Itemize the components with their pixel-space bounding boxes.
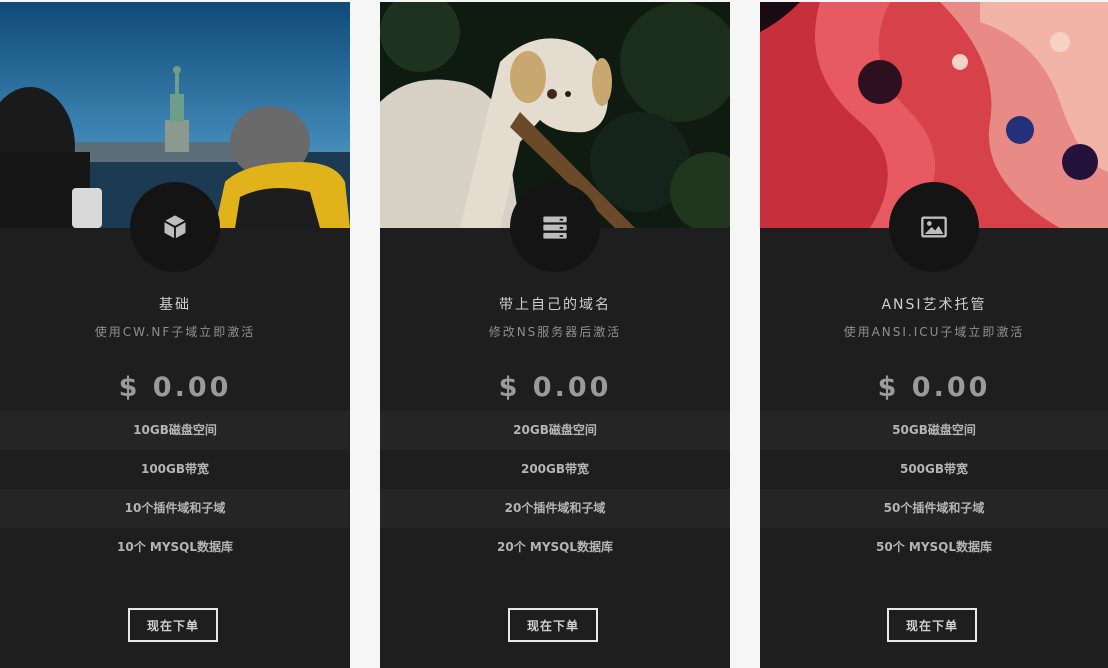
feature-item: 50个 MYSQL数据库	[760, 528, 1108, 567]
feature-item: 20个 MYSQL数据库	[380, 528, 730, 567]
feature-item: 50个插件域和子域	[760, 489, 1108, 528]
plan-price: $ 0.00	[498, 372, 612, 403]
feature-list: 50GB磁盘空间 500GB带宽 50个插件域和子域 50个 MYSQL数据库	[760, 411, 1108, 567]
plan-icon-badge	[510, 182, 600, 272]
plan-price: $ 0.00	[118, 372, 232, 403]
order-now-button[interactable]: 现在下单	[508, 608, 598, 642]
plan-subtitle: 使用CW.NF子域立即激活	[94, 325, 256, 339]
feature-item: 50GB磁盘空间	[760, 411, 1108, 450]
pricing-card-ansi-art: ANSI艺术托管 使用ANSI.ICU子域立即激活 $ 0.00 50GB磁盘空…	[760, 2, 1108, 668]
feature-list: 20GB磁盘空间 200GB带宽 20个插件域和子域 20个 MYSQL数据库	[380, 411, 730, 567]
plan-price: $ 0.00	[877, 372, 991, 403]
plan-title: 带上自己的域名	[499, 297, 611, 313]
feature-item: 500GB带宽	[760, 450, 1108, 489]
order-now-button[interactable]: 现在下单	[887, 608, 977, 642]
plan-icon-badge	[889, 182, 979, 272]
feature-item: 20GB磁盘空间	[380, 411, 730, 450]
feature-item: 100GB带宽	[0, 450, 350, 489]
order-now-button[interactable]: 现在下单	[128, 608, 218, 642]
plan-subtitle: 修改NS服务器后激活	[488, 325, 622, 339]
image-icon	[921, 216, 947, 238]
plan-icon-badge	[130, 182, 220, 272]
pricing-card-custom-domain: 带上自己的域名 修改NS服务器后激活 $ 0.00 20GB磁盘空间 200GB…	[380, 2, 730, 668]
pricing-card-basic: 基础 使用CW.NF子域立即激活 $ 0.00 10GB磁盘空间 100GB带宽…	[0, 2, 350, 668]
plan-title: ANSI艺术托管	[881, 297, 987, 313]
feature-item: 10GB磁盘空间	[0, 411, 350, 450]
server-icon	[543, 216, 567, 239]
feature-list: 10GB磁盘空间 100GB带宽 10个插件域和子域 10个 MYSQL数据库	[0, 411, 350, 567]
plan-subtitle: 使用ANSI.ICU子域立即激活	[843, 325, 1025, 339]
feature-item: 10个 MYSQL数据库	[0, 528, 350, 567]
plan-title: 基础	[159, 297, 191, 313]
cube-icon	[164, 215, 186, 239]
feature-item: 20个插件域和子域	[380, 489, 730, 528]
pricing-cards: 基础 使用CW.NF子域立即激活 $ 0.00 10GB磁盘空间 100GB带宽…	[0, 0, 1108, 668]
feature-item: 200GB带宽	[380, 450, 730, 489]
feature-item: 10个插件域和子域	[0, 489, 350, 528]
